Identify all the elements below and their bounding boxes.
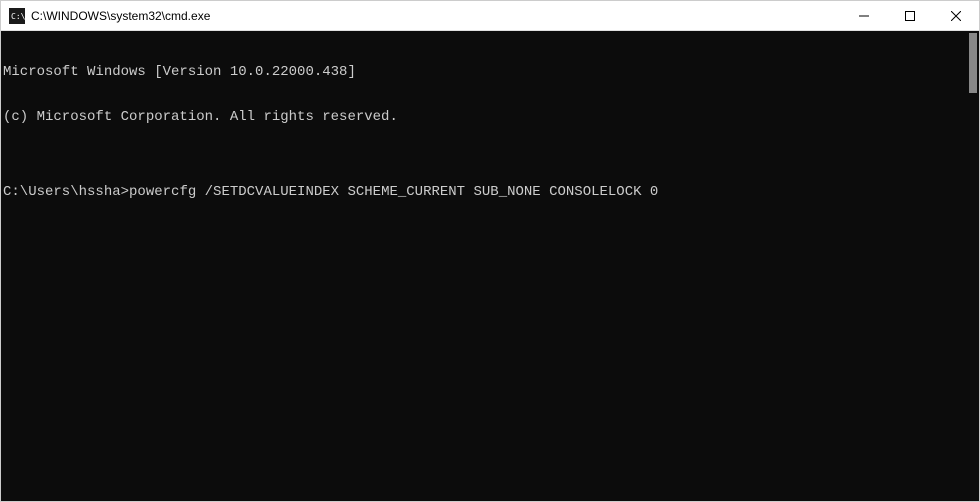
window-controls [841, 1, 979, 30]
cmd-window: C:\ C:\WINDOWS\system32\cmd.exe Microsof… [0, 0, 980, 502]
close-button[interactable] [933, 1, 979, 30]
scrollbar-thumb[interactable] [969, 33, 977, 93]
terminal-content[interactable]: Microsoft Windows [Version 10.0.22000.43… [1, 31, 967, 501]
terminal-line-version: Microsoft Windows [Version 10.0.22000.43… [3, 65, 965, 80]
terminal-prompt-line: C:\Users\hssha>powercfg /SETDCVALUEINDEX… [3, 185, 965, 200]
terminal-prompt: C:\Users\hssha> [3, 185, 129, 200]
terminal-area[interactable]: Microsoft Windows [Version 10.0.22000.43… [1, 31, 979, 501]
minimize-button[interactable] [841, 1, 887, 30]
terminal-line-copyright: (c) Microsoft Corporation. All rights re… [3, 110, 965, 125]
svg-text:C:\: C:\ [11, 12, 25, 21]
scrollbar[interactable] [967, 31, 979, 501]
cmd-icon: C:\ [9, 8, 25, 24]
terminal-command: powercfg /SETDCVALUEINDEX SCHEME_CURRENT… [129, 185, 658, 200]
window-title: C:\WINDOWS\system32\cmd.exe [31, 9, 841, 23]
titlebar[interactable]: C:\ C:\WINDOWS\system32\cmd.exe [1, 1, 979, 31]
maximize-button[interactable] [887, 1, 933, 30]
